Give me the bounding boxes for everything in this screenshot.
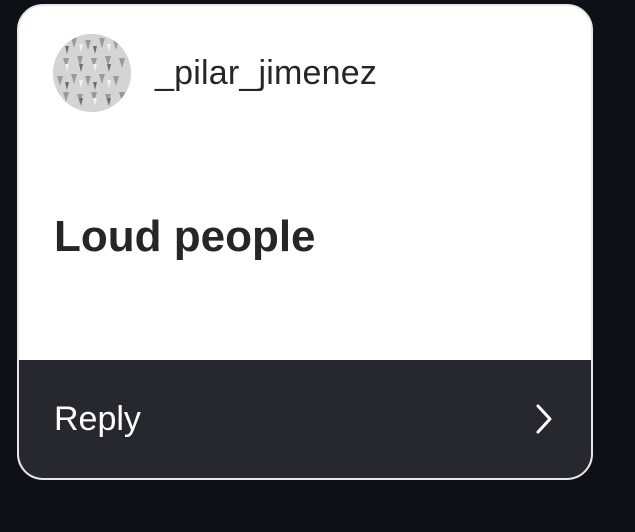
avatar-pattern-icon	[53, 34, 131, 112]
chevron-right-icon	[533, 402, 555, 436]
username[interactable]: _pilar_jimenez	[155, 54, 377, 93]
sticker-header: _pilar_jimenez	[53, 34, 377, 112]
avatar[interactable]	[53, 34, 131, 112]
reply-label: Reply	[54, 399, 141, 438]
question-sticker-card: _pilar_jimenez Loud people Reply	[17, 4, 593, 480]
question-text: Loud people	[54, 212, 316, 261]
reply-button[interactable]: Reply	[19, 360, 591, 478]
